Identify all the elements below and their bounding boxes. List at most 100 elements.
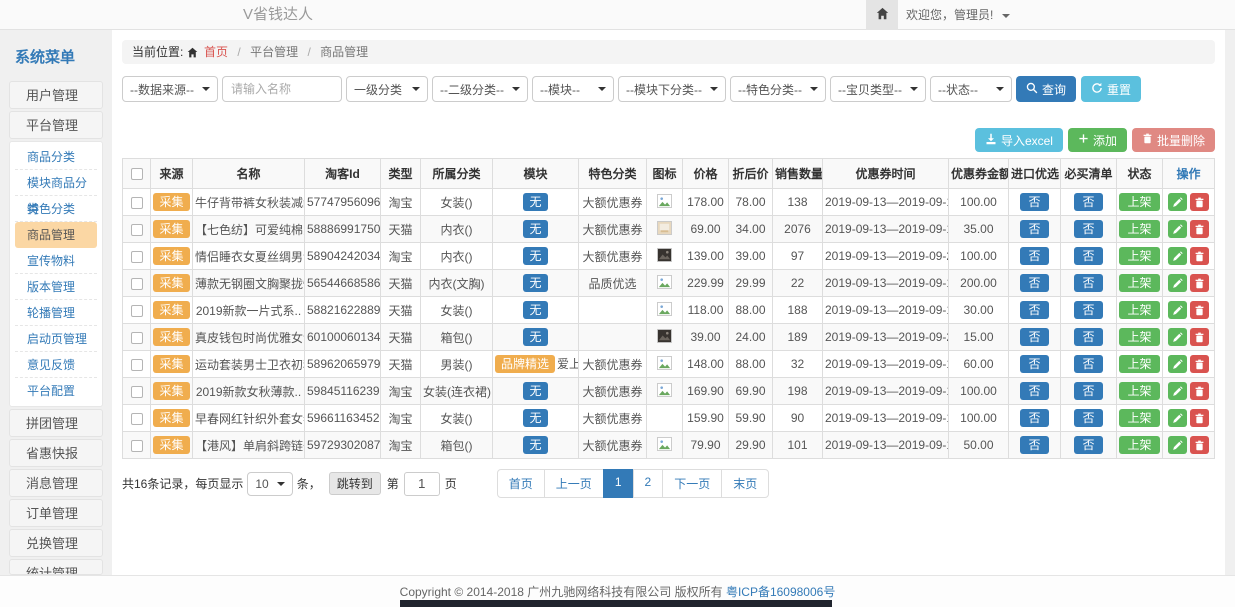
row-checkbox[interactable] <box>131 224 143 236</box>
module-none-badge[interactable]: 无 <box>523 220 547 238</box>
filter-select[interactable]: --二级分类-- <box>432 76 528 102</box>
pager-button[interactable]: 末页 <box>721 469 769 498</box>
delete-button[interactable] <box>1190 193 1209 211</box>
edit-button[interactable] <box>1168 355 1187 373</box>
import-excel-button[interactable]: 导入excel <box>975 128 1063 152</box>
import-toggle-button[interactable]: 否 <box>1020 220 1048 238</box>
status-button[interactable]: 上架 <box>1119 382 1159 400</box>
sidebar-group[interactable]: 统计管理 <box>9 559 103 575</box>
must-buy-toggle-button[interactable]: 否 <box>1074 409 1102 427</box>
pager-button[interactable]: 下一页 <box>662 469 722 498</box>
delete-button[interactable] <box>1190 382 1209 400</box>
sidebar-subitem[interactable]: 商品分类 <box>15 144 97 170</box>
status-button[interactable]: 上架 <box>1119 409 1159 427</box>
sidebar-group[interactable]: 用户管理 <box>9 81 103 109</box>
filter-select[interactable]: --数据来源-- <box>122 76 218 102</box>
module-none-badge[interactable]: 无 <box>523 436 547 454</box>
add-button[interactable]: 添加 <box>1068 128 1127 152</box>
jump-button[interactable]: 跳转到 <box>329 472 381 495</box>
import-toggle-button[interactable]: 否 <box>1020 274 1048 292</box>
edit-button[interactable] <box>1168 247 1187 265</box>
sidebar-group[interactable]: 拼团管理 <box>9 409 103 437</box>
delete-button[interactable] <box>1190 328 1209 346</box>
filter-select[interactable]: --模块下分类-- <box>618 76 726 102</box>
module-none-badge[interactable]: 无 <box>523 409 547 427</box>
sidebar-group[interactable]: 消息管理 <box>9 469 103 497</box>
import-toggle-button[interactable]: 否 <box>1020 247 1048 265</box>
sidebar-subitem[interactable]: 启动页管理 <box>15 326 97 352</box>
pager-button[interactable]: 首页 <box>497 469 545 498</box>
sidebar-subitem[interactable]: 意见反馈 <box>15 352 97 378</box>
row-checkbox[interactable] <box>131 251 143 263</box>
module-none-badge[interactable]: 无 <box>523 274 547 292</box>
status-button[interactable]: 上架 <box>1119 220 1159 238</box>
module-none-badge[interactable]: 无 <box>523 301 547 319</box>
must-buy-toggle-button[interactable]: 否 <box>1074 436 1102 454</box>
sidebar-subitem[interactable]: 特色分类 <box>15 196 97 222</box>
row-checkbox[interactable] <box>131 197 143 209</box>
import-toggle-button[interactable]: 否 <box>1020 301 1048 319</box>
home-button[interactable] <box>866 0 898 30</box>
delete-button[interactable] <box>1190 301 1209 319</box>
import-toggle-button[interactable]: 否 <box>1020 328 1048 346</box>
delete-button[interactable] <box>1190 247 1209 265</box>
status-button[interactable]: 上架 <box>1119 274 1159 292</box>
sidebar-group[interactable]: 省惠快报 <box>9 439 103 467</box>
status-button[interactable]: 上架 <box>1119 436 1159 454</box>
sidebar-subitem[interactable]: 宣传物料 <box>15 248 97 274</box>
pager-button[interactable]: 1 <box>603 469 634 498</box>
pager-button[interactable]: 2 <box>633 469 664 498</box>
filter-select[interactable]: --特色分类-- <box>730 76 826 102</box>
reset-button[interactable]: 重置 <box>1081 76 1141 102</box>
import-toggle-button[interactable]: 否 <box>1020 355 1048 373</box>
delete-button[interactable] <box>1190 274 1209 292</box>
per-page-select[interactable]: 10 <box>247 472 292 496</box>
sidebar-subitem[interactable]: 轮播管理 <box>15 300 97 326</box>
row-checkbox[interactable] <box>131 440 143 452</box>
select-all-checkbox[interactable] <box>131 168 143 180</box>
filter-select[interactable]: --状态-- <box>930 76 1012 102</box>
status-button[interactable]: 上架 <box>1119 328 1159 346</box>
sidebar-group[interactable]: 订单管理 <box>9 499 103 527</box>
status-button[interactable]: 上架 <box>1119 355 1159 373</box>
import-toggle-button[interactable]: 否 <box>1020 382 1048 400</box>
module-none-badge[interactable]: 无 <box>523 247 547 265</box>
delete-button[interactable] <box>1190 409 1209 427</box>
sidebar-subitem[interactable]: 商品管理 <box>15 222 97 248</box>
module-none-badge[interactable]: 无 <box>523 382 547 400</box>
row-checkbox[interactable] <box>131 359 143 371</box>
status-button[interactable]: 上架 <box>1119 247 1159 265</box>
status-button[interactable]: 上架 <box>1119 193 1159 211</box>
edit-button[interactable] <box>1168 436 1187 454</box>
row-checkbox[interactable] <box>131 386 143 398</box>
import-toggle-button[interactable]: 否 <box>1020 193 1048 211</box>
user-menu[interactable]: 欢迎您，管理员! <box>906 0 1010 30</box>
filter-select[interactable]: --宝贝类型-- <box>830 76 926 102</box>
icp-link[interactable]: 粤ICP备16098006号 <box>726 583 835 600</box>
delete-button[interactable] <box>1190 436 1209 454</box>
must-buy-toggle-button[interactable]: 否 <box>1074 301 1102 319</box>
edit-button[interactable] <box>1168 382 1187 400</box>
must-buy-toggle-button[interactable]: 否 <box>1074 220 1102 238</box>
row-checkbox[interactable] <box>131 332 143 344</box>
breadcrumb-home-link[interactable]: 首页 <box>204 45 228 59</box>
must-buy-toggle-button[interactable]: 否 <box>1074 382 1102 400</box>
pager-button[interactable]: 上一页 <box>544 469 604 498</box>
must-buy-toggle-button[interactable]: 否 <box>1074 247 1102 265</box>
must-buy-toggle-button[interactable]: 否 <box>1074 193 1102 211</box>
delete-button[interactable] <box>1190 355 1209 373</box>
sidebar-group[interactable]: 兑换管理 <box>9 529 103 557</box>
row-checkbox[interactable] <box>131 278 143 290</box>
module-none-badge[interactable]: 无 <box>523 193 547 211</box>
sidebar-subitem[interactable]: 模块商品分类 <box>15 170 97 196</box>
name-search-input[interactable] <box>222 76 342 102</box>
must-buy-toggle-button[interactable]: 否 <box>1074 355 1102 373</box>
page-number-input[interactable] <box>404 472 440 496</box>
must-buy-toggle-button[interactable]: 否 <box>1074 328 1102 346</box>
import-toggle-button[interactable]: 否 <box>1020 436 1048 454</box>
module-none-badge[interactable]: 无 <box>523 328 547 346</box>
edit-button[interactable] <box>1168 301 1187 319</box>
edit-button[interactable] <box>1168 328 1187 346</box>
row-checkbox[interactable] <box>131 413 143 425</box>
filter-select[interactable]: --模块-- <box>532 76 614 102</box>
